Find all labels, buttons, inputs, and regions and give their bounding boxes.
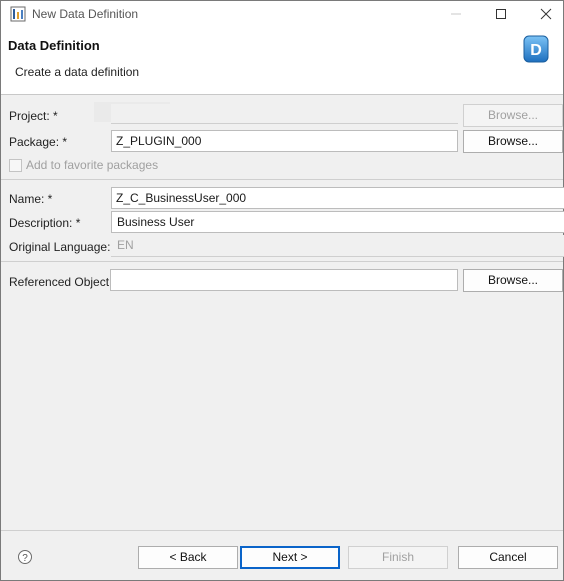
favorite-checkbox[interactable]: [9, 159, 22, 172]
header-title: Data Definition: [8, 38, 100, 53]
footer-separator: [1, 530, 563, 531]
project-field[interactable]: [111, 104, 458, 124]
finish-button[interactable]: Finish: [348, 546, 448, 569]
referenced-object-browse-button[interactable]: Browse...: [463, 269, 563, 292]
minimize-icon: [451, 13, 461, 15]
window-title: New Data Definition: [32, 7, 139, 21]
referenced-object-label: Referenced Object:: [9, 275, 113, 289]
project-label: Project: *: [9, 109, 58, 123]
name-field[interactable]: Z_C_BusinessUser_000: [111, 187, 564, 209]
badge-letter: D: [530, 42, 542, 59]
package-browse-button[interactable]: Browse...: [463, 130, 563, 153]
help-icon[interactable]: ?: [17, 549, 33, 565]
description-field[interactable]: Business User: [111, 211, 564, 233]
package-field[interactable]: Z_PLUGIN_000: [111, 130, 458, 152]
wizard-header: Data Definition Create a data definition…: [1, 27, 563, 95]
next-button[interactable]: Next >: [240, 546, 340, 569]
separator: [1, 179, 563, 180]
original-language-label: Original Language:: [9, 240, 111, 254]
maximize-button[interactable]: [478, 1, 524, 27]
minimize-button[interactable]: [433, 1, 479, 27]
maximize-icon: [496, 9, 506, 19]
project-browse-button[interactable]: Browse...: [463, 104, 563, 127]
favorite-label: Add to favorite packages: [26, 158, 159, 172]
separator: [1, 261, 563, 262]
original-language-field: EN: [111, 235, 564, 257]
header-description: Create a data definition: [15, 65, 140, 79]
dialog-window: New Data Definition Data Definition Crea…: [0, 0, 564, 581]
package-label: Package: *: [9, 135, 68, 149]
svg-text:?: ?: [22, 553, 28, 564]
cancel-button[interactable]: Cancel: [458, 546, 558, 569]
close-button[interactable]: [523, 1, 564, 27]
name-label: Name: *: [9, 192, 53, 206]
description-label: Description: *: [9, 216, 81, 230]
data-definition-icon: D: [523, 35, 549, 63]
close-icon: [540, 8, 552, 20]
referenced-object-field[interactable]: [110, 269, 458, 291]
app-icon: [10, 6, 26, 22]
back-button[interactable]: < Back: [138, 546, 238, 569]
title-bar: New Data Definition: [1, 1, 563, 27]
